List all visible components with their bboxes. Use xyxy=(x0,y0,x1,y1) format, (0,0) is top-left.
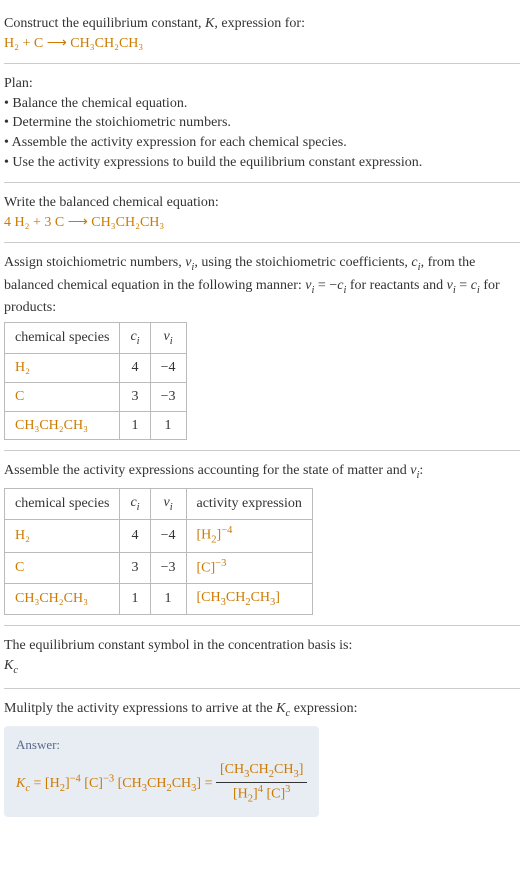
divider xyxy=(4,450,520,451)
cell-species: CH₃CH₂CH₃ xyxy=(5,411,120,440)
kc-symbol: Kc xyxy=(4,656,520,678)
multiply-text: Mulitply the activity expressions to arr… xyxy=(4,699,520,721)
cell-species: H₂ xyxy=(5,354,120,383)
stoich-table: chemical species ci νi H₂ 4 −4 C 3 −3 CH… xyxy=(4,322,187,440)
table-row: H₂ 4 −4 xyxy=(5,354,187,383)
col-ci: ci xyxy=(120,322,150,353)
table-header-row: chemical species ci νi activity expressi… xyxy=(5,488,313,519)
cell-species: CH₃CH₂CH₃ xyxy=(5,583,120,614)
cell-vi: −4 xyxy=(150,520,186,553)
col-vi: νi xyxy=(150,322,186,353)
assign-section: Assign stoichiometric numbers, νi, using… xyxy=(4,247,520,446)
plan-section: Plan: • Balance the chemical equation. •… xyxy=(4,68,520,178)
cell-ci: 4 xyxy=(120,354,150,383)
table-row: CH₃CH₂CH₃ 1 1 [CH3CH2CH3] xyxy=(5,583,313,614)
col-species: chemical species xyxy=(5,488,120,519)
assemble-section: Assemble the activity expressions accoun… xyxy=(4,455,520,621)
balanced-section: Write the balanced chemical equation: 4 … xyxy=(4,187,520,238)
col-vi: νi xyxy=(150,488,186,519)
cell-vi: −4 xyxy=(150,354,186,383)
activity-table: chemical species ci νi activity expressi… xyxy=(4,488,313,615)
cell-species: H₂ xyxy=(5,520,120,553)
table-row: C 3 −3 xyxy=(5,382,187,411)
cell-activity: [C]−3 xyxy=(186,553,312,583)
table-row: H₂ 4 −4 [H2]−4 xyxy=(5,520,313,553)
answer-expression: Kc = [H2]−4 [C]−3 [CH3CH2CH3] = [CH3CH2C… xyxy=(16,760,307,808)
assemble-text: Assemble the activity expressions accoun… xyxy=(4,461,520,483)
cell-species: C xyxy=(5,382,120,411)
plan-heading: Plan: xyxy=(4,74,520,94)
cell-ci: 3 xyxy=(120,382,150,411)
cell-ci: 1 xyxy=(120,583,150,614)
col-ci: ci xyxy=(120,488,150,519)
table-header-row: chemical species ci νi xyxy=(5,322,187,353)
cell-ci: 1 xyxy=(120,411,150,440)
cell-species: C xyxy=(5,553,120,583)
symbol-section: The equilibrium constant symbol in the c… xyxy=(4,630,520,684)
plan-bullet-3: • Assemble the activity expression for e… xyxy=(4,133,520,153)
plan-bullet-2: • Determine the stoichiometric numbers. xyxy=(4,113,520,133)
cell-vi: −3 xyxy=(150,553,186,583)
prompt-equation: H₂ + C ⟶ CH₃CH₂CH₃ xyxy=(4,34,520,54)
cell-activity: [H2]−4 xyxy=(186,520,312,553)
cell-vi: 1 xyxy=(150,583,186,614)
answer-box: Answer: Kc = [H2]−4 [C]−3 [CH3CH2CH3] = … xyxy=(4,726,319,818)
table-row: C 3 −3 [C]−3 xyxy=(5,553,313,583)
fraction-numerator: [CH3CH2CH3] xyxy=(216,760,307,783)
balanced-equation: 4 H₂ + 3 C ⟶ CH₃CH₂CH₃ xyxy=(4,213,520,233)
cell-ci: 4 xyxy=(120,520,150,553)
cell-vi: −3 xyxy=(150,382,186,411)
col-activity: activity expression xyxy=(186,488,312,519)
assign-text: Assign stoichiometric numbers, νi, using… xyxy=(4,253,520,318)
symbol-text: The equilibrium constant symbol in the c… xyxy=(4,636,520,656)
divider xyxy=(4,63,520,64)
fraction-denominator: [H2]4 [C]3 xyxy=(216,783,307,807)
plan-bullet-4: • Use the activity expressions to build … xyxy=(4,153,520,173)
cell-activity: [CH3CH2CH3] xyxy=(186,583,312,614)
prompt-section: Construct the equilibrium constant, K, e… xyxy=(4,8,520,59)
multiply-section: Mulitply the activity expressions to arr… xyxy=(4,693,520,823)
cell-vi: 1 xyxy=(150,411,186,440)
plan-bullet-1: • Balance the chemical equation. xyxy=(4,94,520,114)
answer-label: Answer: xyxy=(16,736,307,754)
balanced-heading: Write the balanced chemical equation: xyxy=(4,193,520,213)
divider xyxy=(4,242,520,243)
col-species: chemical species xyxy=(5,322,120,353)
table-row: CH₃CH₂CH₃ 1 1 xyxy=(5,411,187,440)
divider xyxy=(4,688,520,689)
cell-ci: 3 xyxy=(120,553,150,583)
divider xyxy=(4,625,520,626)
divider xyxy=(4,182,520,183)
prompt-line1: Construct the equilibrium constant, K, e… xyxy=(4,14,520,34)
